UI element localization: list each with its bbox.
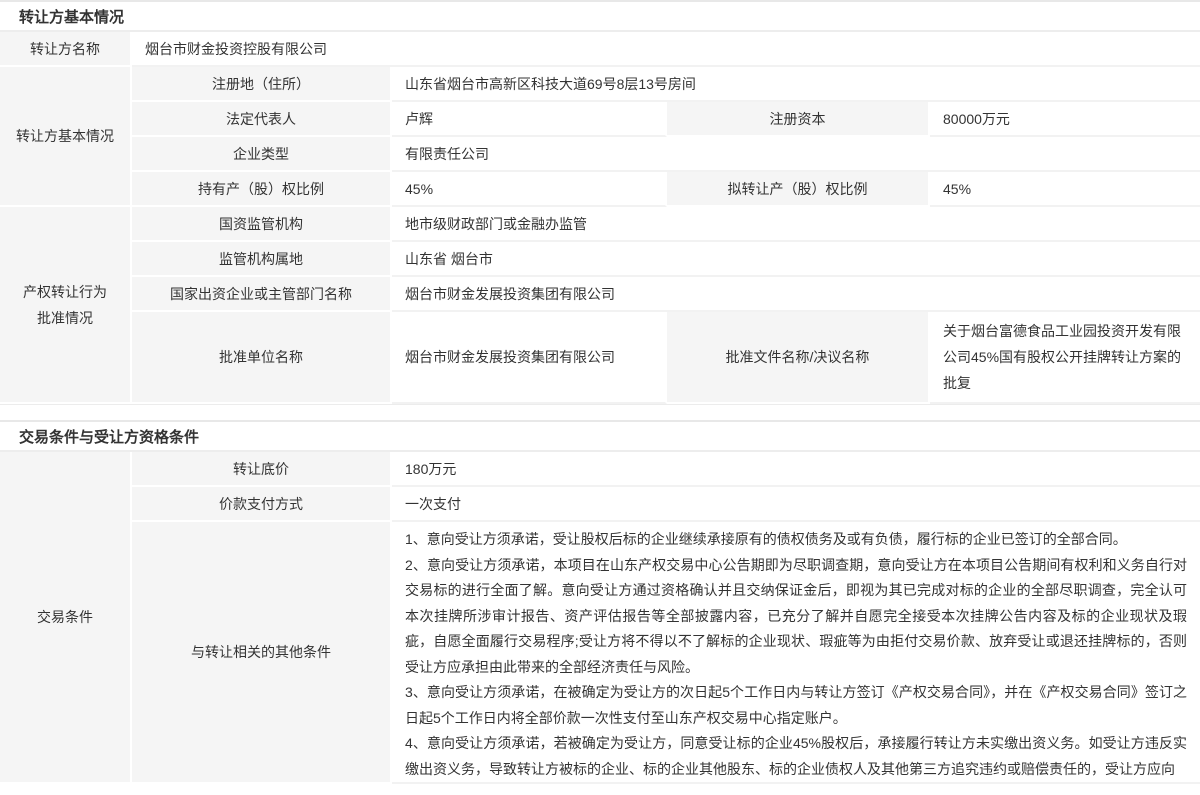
- section2-header-row: 交易条件与受让方资格条件: [0, 422, 1200, 452]
- registered-capital-value: 80000万元: [930, 102, 1200, 137]
- held-equity-ratio-label: 持有产（股）权比例: [132, 172, 392, 207]
- row-enterprise-type: 企业类型 有限责任公司: [0, 137, 1200, 172]
- approval-group-label: 产权转让行为 批准情况: [0, 207, 132, 404]
- legal-representative-label: 法定代表人: [132, 102, 392, 137]
- registered-capital-label: 注册资本: [667, 102, 930, 137]
- sasac-regulator-value: 地市级财政部门或金融办监管: [392, 207, 1200, 242]
- row-sasac-regulator: 产权转让行为 批准情况 国资监管机构 地市级财政部门或金融办监管: [0, 207, 1200, 242]
- row-regulator-location: 监管机构属地 山东省 烟台市: [0, 242, 1200, 277]
- trade-conditions-table: 交易条件与受让方资格条件 交易条件 转让底价 180万元 价款支付方式 一次支付…: [0, 420, 1200, 784]
- legal-representative-value: 卢辉: [392, 102, 667, 137]
- regulator-location-value: 山东省 烟台市: [392, 242, 1200, 277]
- row-registered-address: 转让方基本情况 注册地（住所） 山东省烟台市高新区科技大道69号8层13号房间: [0, 67, 1200, 102]
- section2-title: 交易条件与受让方资格条件: [0, 422, 1200, 452]
- other-conditions-value: 1、意向受让方须承诺，受让股权后标的企业继续承接原有的债权债务及或有负债，履行标…: [392, 522, 1200, 784]
- other-conditions-label: 与转让相关的其他条件: [132, 522, 392, 784]
- approval-unit-value: 烟台市财金发展投资集团有限公司: [392, 312, 667, 404]
- payment-method-value: 一次支付: [392, 487, 1200, 522]
- floor-price-value: 180万元: [392, 452, 1200, 487]
- state-funded-enterprise-value: 烟台市财金发展投资集团有限公司: [392, 277, 1200, 312]
- payment-method-label: 价款支付方式: [132, 487, 392, 522]
- held-equity-ratio-value: 45%: [392, 172, 667, 207]
- row-legal-representative: 法定代表人 卢辉 注册资本 80000万元: [0, 102, 1200, 137]
- condition-item-2: 2、意向受让方须承诺，本项目在山东产权交易中心公告期即为尽职调查期，意向受让方在…: [405, 553, 1187, 681]
- transferor-name-value: 烟台市财金投资控股有限公司: [132, 32, 1200, 67]
- enterprise-type-label: 企业类型: [132, 137, 392, 172]
- condition-item-3: 3、意向受让方须承诺，在被确定为受让方的次日起5个工作日内与转让方签订《产权交易…: [405, 680, 1187, 731]
- basic-group-label: 转让方基本情况: [0, 67, 132, 207]
- row-approval-unit: 批准单位名称 烟台市财金发展投资集团有限公司 批准文件名称/决议名称 关于烟台富…: [0, 312, 1200, 404]
- condition-item-4: 4、意向受让方须承诺，若被确定为受让方，同意受让标的企业45%股权后，承接履行转…: [405, 731, 1187, 782]
- transferor-name-label: 转让方名称: [0, 32, 132, 67]
- section1-title: 转让方基本情况: [0, 2, 1200, 32]
- state-funded-enterprise-label: 国家出资企业或主管部门名称: [132, 277, 392, 312]
- approval-unit-label: 批准单位名称: [132, 312, 392, 404]
- row-state-funded-enterprise: 国家出资企业或主管部门名称 烟台市财金发展投资集团有限公司: [0, 277, 1200, 312]
- approval-document-label: 批准文件名称/决议名称: [667, 312, 930, 404]
- section1-header-row: 转让方基本情况: [0, 2, 1200, 32]
- enterprise-type-value: 有限责任公司: [392, 137, 1200, 172]
- proposed-transfer-ratio-value: 45%: [930, 172, 1200, 207]
- registered-address-value: 山东省烟台市高新区科技大道69号8层13号房间: [392, 67, 1200, 102]
- sasac-regulator-label: 国资监管机构: [132, 207, 392, 242]
- row-equity-ratios: 持有产（股）权比例 45% 拟转让产（股）权比例 45%: [0, 172, 1200, 207]
- regulator-location-label: 监管机构属地: [132, 242, 392, 277]
- row-floor-price: 交易条件 转让底价 180万元: [0, 452, 1200, 487]
- row-transferor-name: 转让方名称 烟台市财金投资控股有限公司: [0, 32, 1200, 67]
- condition-item-1: 1、意向受让方须承诺，受让股权后标的企业继续承接原有的债权债务及或有负债，履行标…: [405, 527, 1187, 553]
- registered-address-label: 注册地（住所）: [132, 67, 392, 102]
- approval-document-value: 关于烟台富德食品工业园投资开发有限公司45%国有股权公开挂牌转让方案的批复: [930, 312, 1200, 404]
- transferor-info-table: 转让方基本情况 转让方名称 烟台市财金投资控股有限公司 转让方基本情况 注册地（…: [0, 0, 1200, 405]
- trade-group-label: 交易条件: [0, 452, 132, 784]
- floor-price-label: 转让底价: [132, 452, 392, 487]
- row-payment-method: 价款支付方式 一次支付: [0, 487, 1200, 522]
- row-other-conditions: 与转让相关的其他条件 1、意向受让方须承诺，受让股权后标的企业继续承接原有的债权…: [0, 522, 1200, 784]
- proposed-transfer-ratio-label: 拟转让产（股）权比例: [667, 172, 930, 207]
